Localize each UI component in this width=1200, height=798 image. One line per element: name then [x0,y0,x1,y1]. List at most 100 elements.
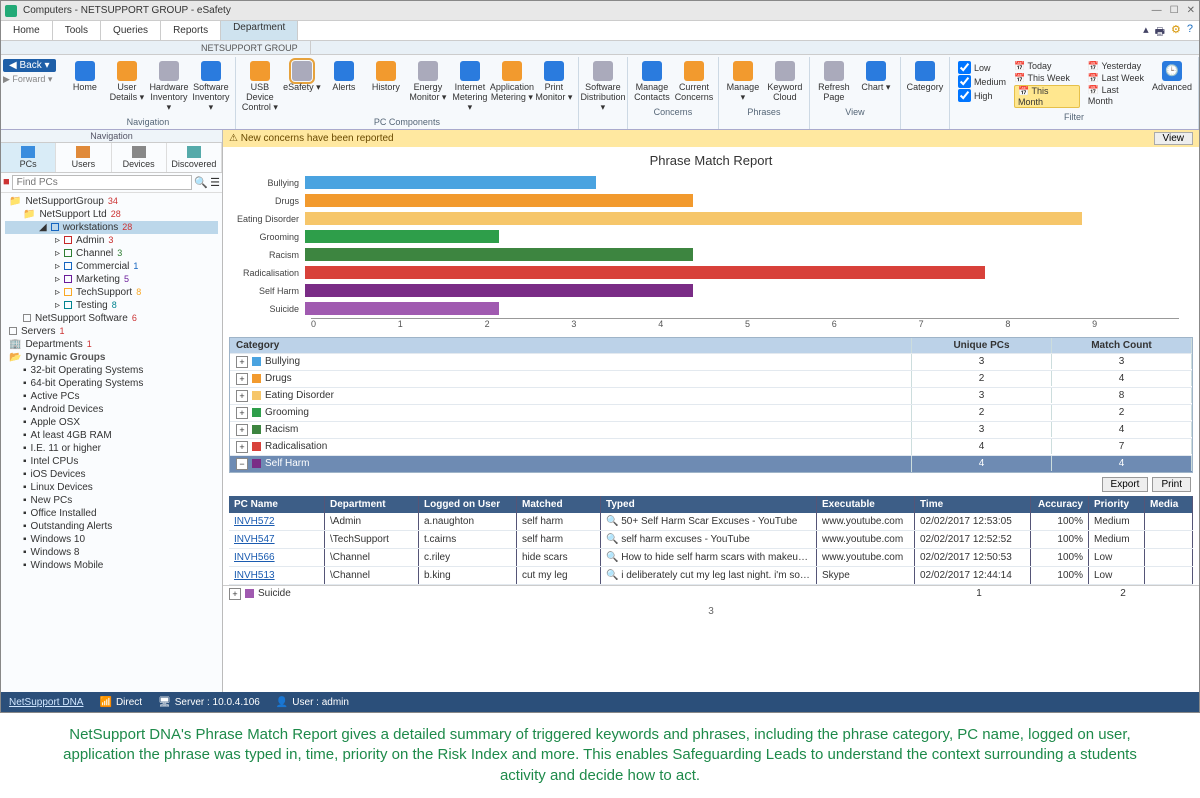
tree-node-techsupport[interactable]: ▹ TechSupport 8 [5,286,218,299]
col-category[interactable]: Category [230,338,912,353]
detail-col-time[interactable]: Time [915,496,1031,513]
status-brand-link[interactable]: NetSupport DNA [9,697,83,708]
expand-icon[interactable]: + [236,390,248,402]
tree-dynamic-groups-header[interactable]: 📂 Dynamic Groups [5,351,218,364]
nav-tab-discovered[interactable]: Discovered [167,143,222,172]
detail-col-accuracy[interactable]: Accuracy [1031,496,1089,513]
pc-link[interactable]: INVH572 [234,516,275,527]
dynamic-group-office-installed[interactable]: ▪ Office Installed [5,507,218,520]
col-match-count[interactable]: Match Count [1052,338,1192,353]
ribbon-btn-manage-[interactable]: Manage ▾ [723,59,763,105]
ribbon-btn-print-monitor-[interactable]: Print Monitor ▾ [534,59,574,115]
print-button[interactable]: Print [1152,477,1191,492]
filter-last-month[interactable]: 📅 Last Month [1088,85,1146,106]
sub-tab-group[interactable]: NETSUPPORT GROUP [189,41,311,54]
nav-tab-pcs[interactable]: PCs [1,143,56,172]
detail-col-priority[interactable]: Priority [1089,496,1145,513]
detail-col-pc-name[interactable]: PC Name [229,496,325,513]
collapse-ribbon-icon[interactable]: ▴ [1143,23,1149,42]
filter-this-month[interactable]: 📅 This Month [1014,85,1080,108]
detail-col-typed[interactable]: Typed [601,496,817,513]
ribbon-btn-energy-monitor-[interactable]: Energy Monitor ▾ [408,59,448,115]
ribbon-btn-internet-metering-[interactable]: Internet Metering ▾ [450,59,490,115]
tab-department[interactable]: Department [221,21,298,40]
expand-icon[interactable]: − [236,458,248,470]
expand-icon[interactable]: + [236,441,248,453]
minimize-button[interactable]: — [1152,5,1162,16]
expand-icon[interactable]: + [236,424,248,436]
pc-link[interactable]: INVH513 [234,570,275,581]
export-button[interactable]: Export [1102,477,1149,492]
category-row-suicide[interactable]: + Suicide 1 2 [223,585,1199,602]
tab-reports[interactable]: Reports [161,21,221,40]
filter-last-week[interactable]: 📅 Last Week [1088,73,1146,84]
tree-node-workstations[interactable]: ◢ workstations 28 [5,221,218,234]
filter-yesterday[interactable]: 📅 Yesterday [1088,61,1146,72]
ribbon-btn-chart-[interactable]: Chart ▾ [856,59,896,105]
category-row-radicalisation[interactable]: + Radicalisation47 [230,438,1192,455]
filter-high[interactable]: High [958,89,1006,102]
tab-home[interactable]: Home [1,21,53,40]
ribbon-btn-user-details-[interactable]: User Details ▾ [107,59,147,115]
tree-node-channel[interactable]: ▹ Channel 3 [5,247,218,260]
tree-node-nss[interactable]: NetSupport Software 6 [5,312,218,325]
tree-node-departments[interactable]: 🏢 Departments 1 [5,338,218,351]
dynamic-group-32-bit-operating-systems[interactable]: ▪ 32-bit Operating Systems [5,364,218,377]
filter-this-week[interactable]: 📅 This Week [1014,73,1080,84]
pc-tree[interactable]: 📁 NetSupportGroup 34 📁 NetSupport Ltd 28… [1,193,222,692]
dynamic-group-64-bit-operating-systems[interactable]: ▪ 64-bit Operating Systems [5,377,218,390]
detail-row[interactable]: INVH572\Admina.naughtonself harm🔍 50+ Se… [229,513,1193,531]
ribbon-btn-keyword-cloud[interactable]: Keyword Cloud [765,59,805,105]
detail-row[interactable]: INVH566\Channelc.rileyhide scars🔍 How to… [229,549,1193,567]
tree-node-marketing[interactable]: ▹ Marketing 5 [5,273,218,286]
pc-link[interactable]: INVH566 [234,552,275,563]
ribbon-btn-home[interactable]: Home [65,59,105,115]
tree-node-ltd[interactable]: 📁 NetSupport Ltd 28 [5,208,218,221]
ribbon-btn-application-metering-[interactable]: Application Metering ▾ [492,59,532,115]
ribbon-btn-alerts[interactable]: Alerts [324,59,364,115]
tree-root-icon[interactable]: ■ [3,176,10,188]
dynamic-group-linux-devices[interactable]: ▪ Linux Devices [5,481,218,494]
ribbon-btn-history[interactable]: History [366,59,406,115]
category-row-eating-disorder[interactable]: + Eating Disorder38 [230,387,1192,404]
ribbon-btn-software-inventory-[interactable]: Software Inventory ▾ [191,59,231,115]
nav-tab-users[interactable]: Users [56,143,111,172]
filter-today[interactable]: 📅 Today [1014,61,1080,72]
ribbon-btn-manage-contacts[interactable]: Manage Contacts [632,59,672,105]
tree-node-root[interactable]: 📁 NetSupportGroup 34 [5,195,218,208]
dynamic-group-outstanding-alerts[interactable]: ▪ Outstanding Alerts [5,520,218,533]
category-row-grooming[interactable]: + Grooming22 [230,404,1192,421]
ribbon-btn-usb-device-control-[interactable]: USB Device Control ▾ [240,59,280,115]
tree-node-servers[interactable]: Servers 1 [5,325,218,338]
filter-medium[interactable]: Medium [958,75,1006,88]
expand-icon[interactable]: + [236,373,248,385]
dynamic-group-new-pcs[interactable]: ▪ New PCs [5,494,218,507]
expand-icon[interactable]: + [229,588,241,600]
dynamic-group-android-devices[interactable]: ▪ Android Devices [5,403,218,416]
filter-low[interactable]: Low [958,61,1006,74]
ribbon-btn-hardware-inventory-[interactable]: Hardware Inventory ▾ [149,59,189,115]
ribbon-btn-refresh-page[interactable]: Refresh Page [814,59,854,105]
help-icon[interactable]: ? [1187,23,1193,42]
tab-queries[interactable]: Queries [101,21,161,40]
pc-link[interactable]: INVH547 [234,534,275,545]
settings-icon[interactable]: ⚙ [1171,23,1181,42]
expand-icon[interactable]: + [236,356,248,368]
dynamic-group-windows-8[interactable]: ▪ Windows 8 [5,546,218,559]
advanced-filter-button[interactable]: 🕒 Advanced [1150,59,1194,110]
ribbon-btn-software-distribution-[interactable]: Software Distribution ▾ [583,59,623,115]
search-input[interactable] [12,175,193,190]
dynamic-group-i-e-11-or-higher[interactable]: ▪ I.E. 11 or higher [5,442,218,455]
dynamic-group-active-pcs[interactable]: ▪ Active PCs [5,390,218,403]
dynamic-group-windows-mobile[interactable]: ▪ Windows Mobile [5,559,218,572]
tree-node-testing[interactable]: ▹ Testing 8 [5,299,218,312]
dynamic-group-apple-osx[interactable]: ▪ Apple OSX [5,416,218,429]
detail-col-department[interactable]: Department [325,496,419,513]
category-row-self-harm[interactable]: − Self Harm44 [230,455,1192,472]
alert-view-button[interactable]: View [1154,132,1194,145]
maximize-button[interactable]: ☐ [1170,5,1179,16]
tab-tools[interactable]: Tools [53,21,101,40]
dynamic-group-ios-devices[interactable]: ▪ iOS Devices [5,468,218,481]
close-button[interactable]: ✕ [1187,5,1195,16]
tree-node-admin[interactable]: ▹ Admin 3 [5,234,218,247]
